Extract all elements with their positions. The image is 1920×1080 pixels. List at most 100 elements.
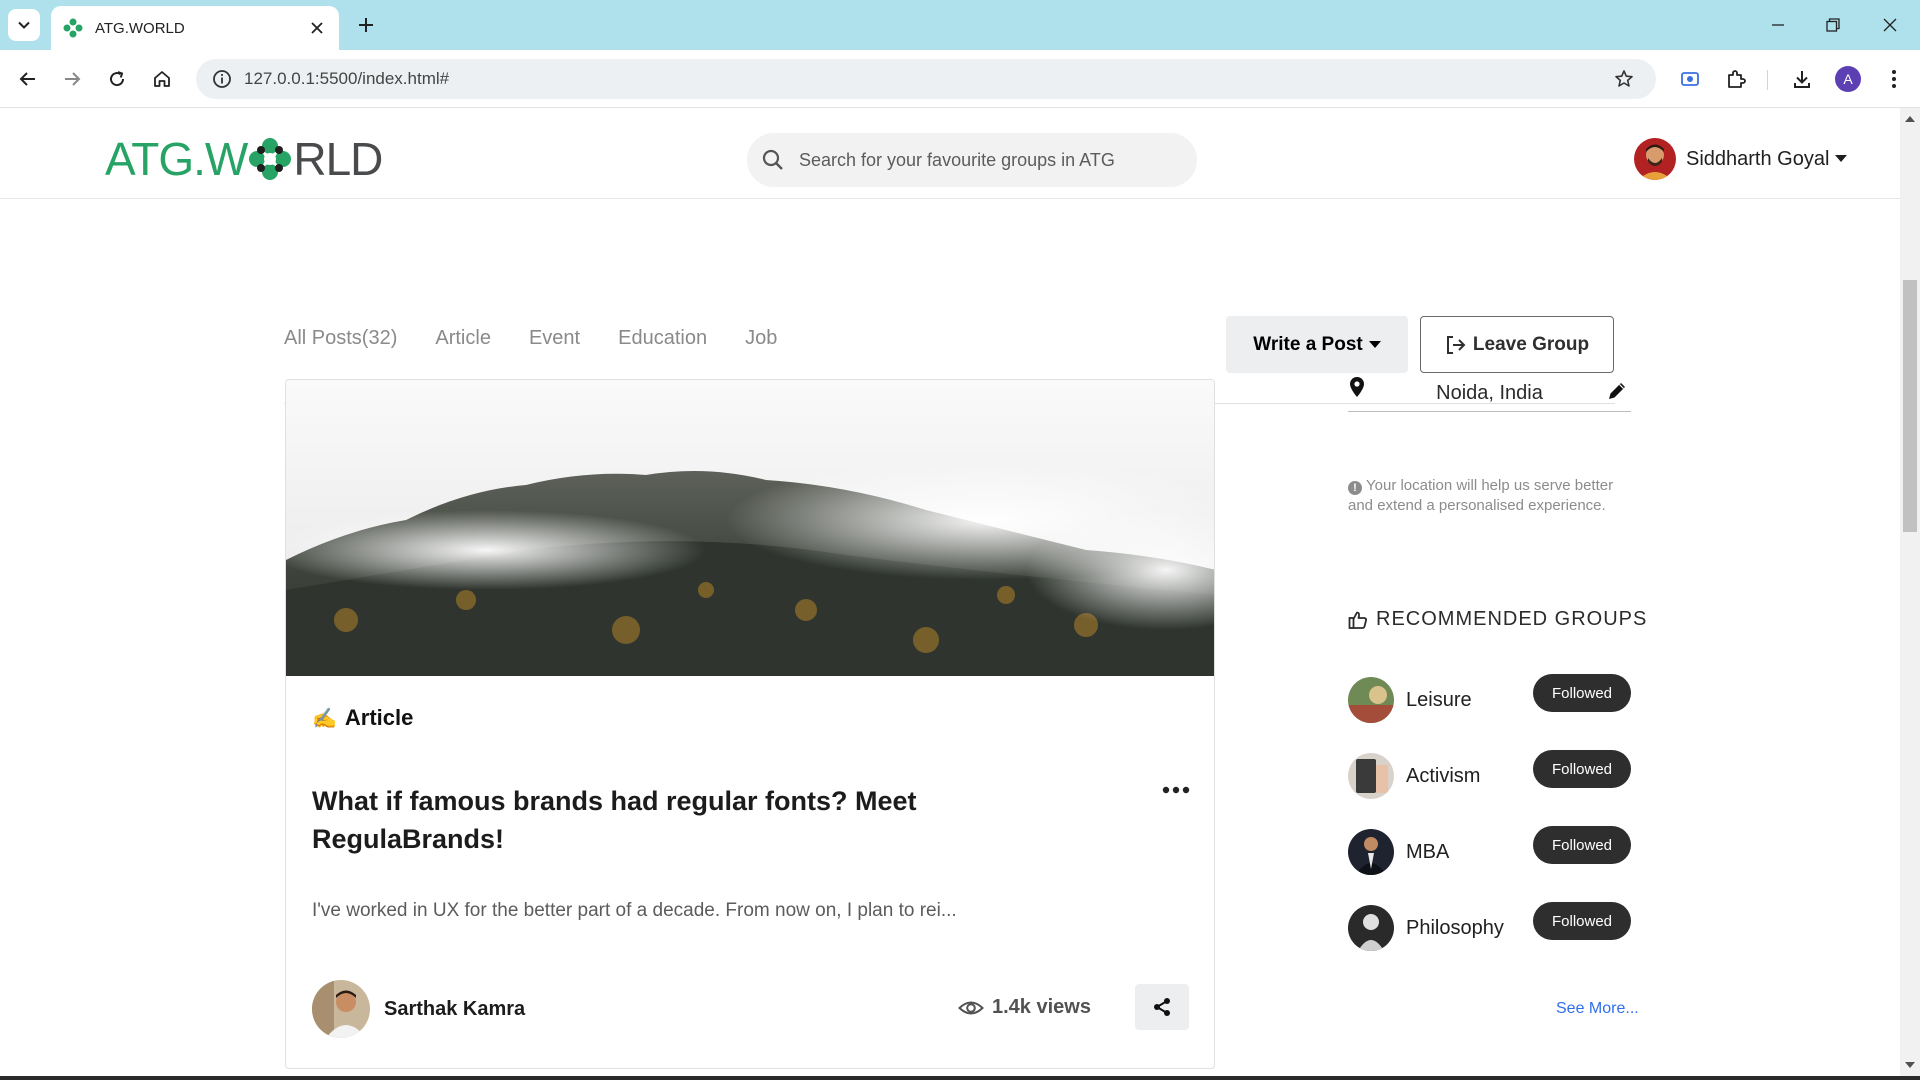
followed-button[interactable]: Followed xyxy=(1533,674,1631,712)
group-item-leisure[interactable]: Leisure Followed xyxy=(1348,662,1631,738)
minimize-button[interactable] xyxy=(1760,10,1796,40)
profile-avatar: A xyxy=(1835,66,1861,92)
profile-button[interactable]: A xyxy=(1832,63,1864,95)
back-button[interactable] xyxy=(12,63,44,95)
download-icon xyxy=(1794,71,1810,88)
tab-job[interactable]: Job xyxy=(745,327,777,354)
site-info-icon[interactable] xyxy=(202,59,242,99)
arrow-left-icon xyxy=(19,72,35,86)
post-views: 1.4k views xyxy=(958,996,1091,1019)
page-scrollbar[interactable] xyxy=(1900,108,1920,1076)
screencast-extension-button[interactable] xyxy=(1674,63,1706,95)
scrollbar-thumb[interactable] xyxy=(1903,280,1917,532)
downloads-button[interactable] xyxy=(1786,63,1818,95)
tab-all-posts[interactable]: All Posts(32) xyxy=(284,327,397,354)
scroll-down-arrow-icon[interactable] xyxy=(1900,1056,1920,1074)
post-options-button[interactable] xyxy=(1156,775,1196,805)
group-item-mba[interactable]: MBA Followed xyxy=(1348,814,1631,890)
logo-text-right: RLD xyxy=(293,133,383,185)
url-text: 127.0.0.1:5500/index.html# xyxy=(244,69,450,88)
leave-group-button[interactable]: Leave Group xyxy=(1420,316,1614,373)
write-post-button[interactable]: Write a Post xyxy=(1226,316,1408,373)
recommended-groups-list: Leisure Followed Activism Followed MBA F… xyxy=(1348,662,1631,966)
post-excerpt: I've worked in UX for the better part of… xyxy=(312,900,957,921)
close-icon xyxy=(1883,18,1897,32)
search-icon xyxy=(761,148,785,172)
logo-mark-icon xyxy=(248,137,292,181)
atg-logo[interactable]: ATG.W RLD xyxy=(105,132,383,186)
group-item-philosophy[interactable]: Philosophy Followed xyxy=(1348,890,1631,966)
address-bar[interactable]: 127.0.0.1:5500/index.html# xyxy=(196,59,1656,99)
extensions-button[interactable] xyxy=(1720,63,1752,95)
browser-tab[interactable]: ATG.WORLD xyxy=(51,6,339,50)
browser-tabbar: ATG.WORLD xyxy=(0,0,1920,50)
author-avatar xyxy=(312,980,370,1038)
group-name: Philosophy xyxy=(1406,916,1504,939)
eye-icon xyxy=(958,998,984,1018)
group-name: Activism xyxy=(1406,764,1481,787)
tab-event[interactable]: Event xyxy=(529,327,580,354)
forward-button[interactable] xyxy=(56,63,88,95)
tab-title: ATG.WORLD xyxy=(95,19,185,37)
tab-education[interactable]: Education xyxy=(618,327,707,354)
close-tab-icon[interactable] xyxy=(307,18,327,38)
tab-search-button[interactable] xyxy=(8,9,40,41)
new-tab-button[interactable] xyxy=(352,11,380,39)
followed-button[interactable]: Followed xyxy=(1533,750,1631,788)
post-type-label: ✍️ Article xyxy=(312,705,413,731)
browser-toolbar: 127.0.0.1:5500/index.html# A xyxy=(0,50,1920,108)
search-input[interactable] xyxy=(799,149,1179,171)
reload-icon xyxy=(110,71,125,87)
logo-text-left: ATG.W xyxy=(105,133,248,185)
plus-icon xyxy=(359,18,373,32)
group-item-activism[interactable]: Activism Followed xyxy=(1348,738,1631,814)
restore-button[interactable] xyxy=(1815,10,1851,40)
followed-button[interactable]: Followed xyxy=(1533,902,1631,940)
user-menu[interactable]: Siddharth Goyal xyxy=(1634,138,1848,180)
toolbar-divider xyxy=(1767,70,1768,90)
location-field[interactable]: Noida, India xyxy=(1348,366,1631,412)
ellipsis-icon xyxy=(1162,786,1190,794)
restore-icon xyxy=(1826,18,1840,32)
reload-button[interactable] xyxy=(101,63,133,95)
minimize-icon xyxy=(1772,24,1784,26)
see-more-link[interactable]: See More... xyxy=(1556,1000,1639,1018)
location-text: Noida, India xyxy=(1436,382,1543,404)
post-author[interactable]: Sarthak Kamra xyxy=(312,980,525,1038)
caret-down-icon xyxy=(1835,155,1848,163)
group-name: Leisure xyxy=(1406,688,1472,711)
info-circle-icon: ! xyxy=(1348,481,1362,495)
share-icon xyxy=(1154,998,1170,1016)
home-button[interactable] xyxy=(146,63,178,95)
browser-menu-button[interactable] xyxy=(1878,63,1910,95)
post-card: ✍️ Article What if famous brands had reg… xyxy=(285,379,1215,1069)
followed-button[interactable]: Followed xyxy=(1533,826,1631,864)
chevron-down-icon xyxy=(18,21,30,29)
bookmark-star-icon[interactable] xyxy=(1604,59,1644,99)
group-name: MBA xyxy=(1406,840,1450,863)
home-icon xyxy=(154,71,170,87)
post-title[interactable]: What if famous brands had regular fonts?… xyxy=(312,782,952,858)
arrow-right-icon xyxy=(65,72,81,86)
atg-favicon-icon xyxy=(63,18,83,38)
share-button[interactable] xyxy=(1135,984,1189,1030)
recommended-groups-heading: RECOMMENDED GROUPS xyxy=(1348,608,1647,631)
thumbs-up-icon xyxy=(1348,610,1368,630)
writing-hand-icon: ✍️ xyxy=(312,707,337,730)
cast-icon xyxy=(1681,72,1699,86)
filter-tabs: All Posts(32) Article Event Education Jo… xyxy=(284,327,815,354)
edit-pencil-icon[interactable] xyxy=(1606,380,1630,404)
group-avatar xyxy=(1348,753,1394,799)
group-search[interactable] xyxy=(747,133,1197,187)
puzzle-icon xyxy=(1728,70,1746,88)
group-avatar xyxy=(1348,905,1394,951)
tab-article[interactable]: Article xyxy=(435,327,491,354)
user-avatar xyxy=(1634,138,1676,180)
views-count: 1.4k views xyxy=(992,996,1091,1018)
close-window-button[interactable] xyxy=(1872,10,1908,40)
sign-out-icon xyxy=(1446,335,1466,354)
group-avatar xyxy=(1348,677,1394,723)
scroll-up-arrow-icon[interactable] xyxy=(1900,110,1920,128)
write-post-label: Write a Post xyxy=(1253,333,1363,355)
post-cover-image xyxy=(286,380,1214,676)
